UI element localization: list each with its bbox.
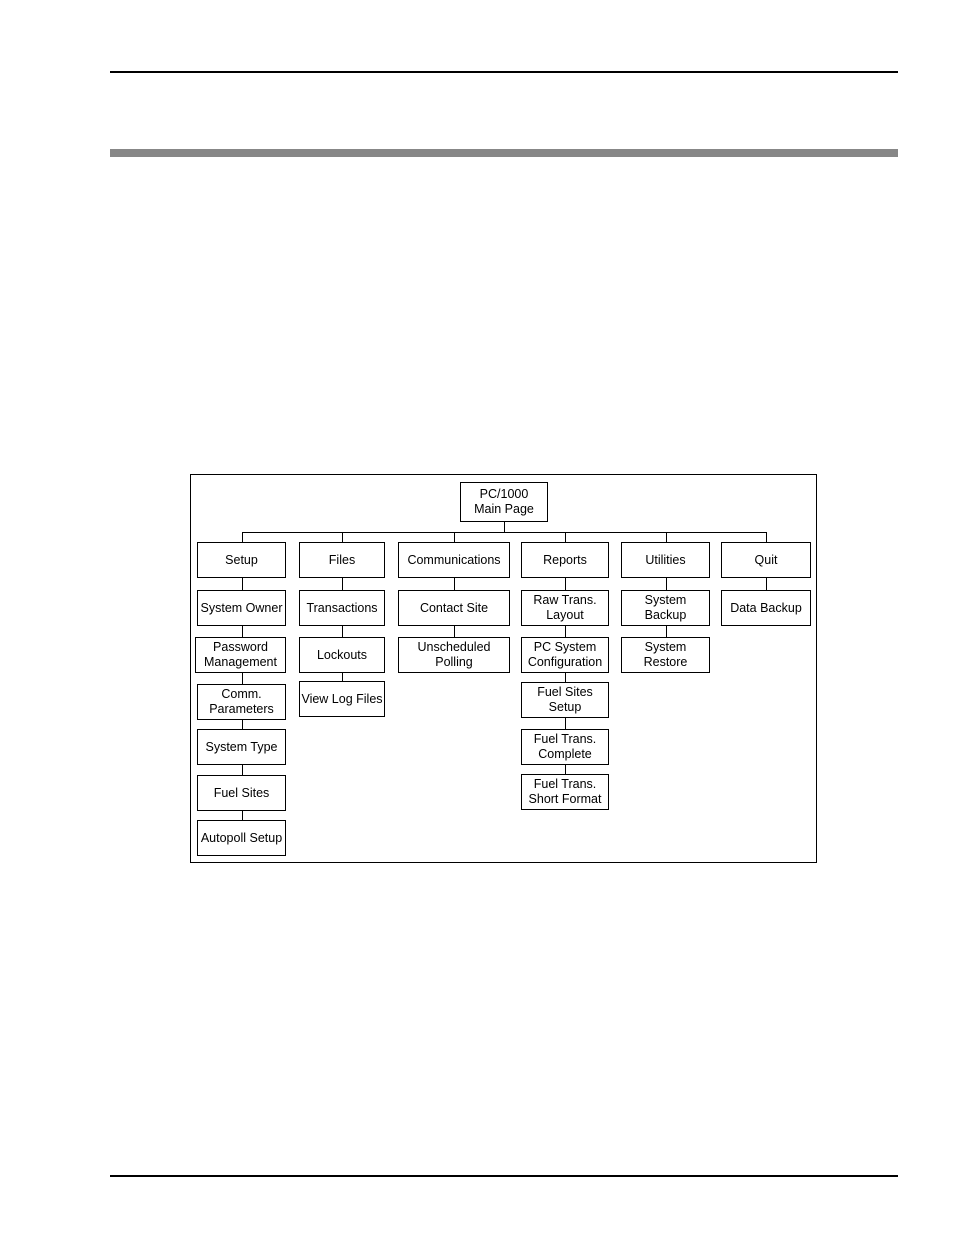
node-label-line: Autopoll Setup [200,830,283,845]
node-utilities: Utilities [621,542,710,578]
footer-rule [110,1175,898,1177]
node-label-line: PC/1000 [479,487,529,501]
link-reports-to-raw-trans-layout [565,578,566,590]
node-unscheduled-polling: Unscheduled Polling [398,637,510,673]
node-transactions: Transactions [299,590,385,626]
link-setup-to-system-owner [241,578,243,590]
node-label-line: Transactions [306,600,378,615]
node-label-line: System [644,640,687,654]
branch-connector-setup [241,532,243,542]
branch-connector-communications [454,532,455,542]
node-label-line: View Log Files [301,691,383,706]
node-label-line: Fuel Trans. [533,732,597,746]
link-utilities-to-system-backup [665,578,667,590]
node-label-line: Polling [435,655,473,669]
node-label-line: Utilities [645,552,686,567]
link-raw-trans-layout-to-pc-system-configuration [565,626,566,637]
node-label-line: System [644,593,687,607]
node-lockouts: Lockouts [299,637,385,673]
link-comm-parameters-to-system-type [241,720,243,729]
node-label-line: Parameters [209,702,274,716]
link-quit-to-data-backup [766,578,767,590]
node-label-line: System Owner [200,600,283,615]
node-contact-site: Contact Site [398,590,510,626]
header-rule [110,71,898,73]
branch-connector-files [342,532,343,542]
menu-tree-diagram: PC/1000 Main Page Setup System Owner Passwor… [190,474,817,863]
node-label-line: Files [328,552,356,567]
node-root: PC/1000 Main Page [460,482,548,522]
link-communications-to-contact-site [454,578,455,590]
node-pc-system-configuration: PC System Configuration [521,637,609,673]
node-fuel-trans-short-format: Fuel Trans. Short Format [521,774,609,810]
root-bus-connector [241,532,766,533]
node-fuel-trans-complete: Fuel Trans. Complete [521,729,609,765]
node-label-line: Password [213,640,268,654]
link-password-management-to-comm-parameters [241,673,243,684]
node-label-line: PC System [533,640,597,654]
node-password-management: Password Management [195,637,286,673]
node-label-line: Unscheduled [417,640,491,654]
node-view-log-files: View Log Files [299,681,385,717]
node-system-owner: System Owner [197,590,286,626]
node-label-line: Layout [546,608,584,622]
node-reports: Reports [521,542,609,578]
link-system-backup-to-system-restore [665,626,667,637]
node-label-line: Short Format [528,792,602,806]
node-fuel-sites-setup: Fuel Sites Setup [521,682,609,718]
node-label-line: Setup [548,700,582,714]
node-system-type: System Type [197,729,286,765]
node-files: Files [299,542,385,578]
node-label-line: Setup [225,552,258,567]
link-fuel-sites-setup-to-fuel-trans-complete [565,718,566,729]
node-raw-trans-layout: Raw Trans. Layout [521,590,609,626]
node-label-line: Contact Site [419,600,489,615]
node-data-backup: Data Backup [721,590,811,626]
node-system-backup: System Backup [621,590,710,626]
node-label-line: Management [204,655,277,669]
node-label-line: Main Page [474,502,534,516]
node-label-line: Configuration [527,655,603,669]
node-label-line: Lockouts [316,647,368,662]
node-fuel-sites: Fuel Sites [197,775,286,811]
node-quit: Quit [721,542,811,578]
branch-connector-utilities [665,532,667,542]
node-autopoll-setup: Autopoll Setup [197,820,286,856]
node-label-line: Data Backup [730,600,802,615]
node-setup: Setup [197,542,286,578]
node-label-line: Reports [543,552,587,567]
node-system-restore: System Restore [621,637,710,673]
link-pc-system-configuration-to-fuel-sites-setup [565,673,566,682]
link-fuel-trans-complete-to-fuel-trans-short-format [565,765,566,774]
link-contact-site-to-unscheduled-polling [454,626,455,637]
node-label-line: Comm. [221,687,262,701]
node-label-line: Fuel Trans. [533,777,597,791]
node-label-line: Fuel Sites [213,785,270,800]
node-label-line: System Type [205,739,278,754]
node-label-line: Communications [407,552,501,567]
link-system-type-to-fuel-sites [241,765,243,775]
branch-connector-reports [565,532,566,542]
link-lockouts-to-view-log-files [342,673,343,681]
node-comm-parameters: Comm. Parameters [197,684,286,720]
node-label-line: Restore [643,655,688,669]
link-fuel-sites-to-autopoll-setup [241,811,243,820]
link-system-owner-to-password-management [241,626,243,637]
header-accent-bar [110,149,898,157]
link-files-to-transactions [342,578,343,590]
node-communications: Communications [398,542,510,578]
node-label-line: Quit [754,552,778,567]
node-label-line: Fuel Sites [537,685,593,699]
node-label-line: Raw Trans. [533,593,597,607]
branch-connector-quit [766,532,767,542]
node-label-line: Complete [538,747,592,761]
root-drop-connector [504,522,505,532]
link-transactions-to-lockouts [342,626,343,637]
node-label-line: Backup [644,608,687,622]
